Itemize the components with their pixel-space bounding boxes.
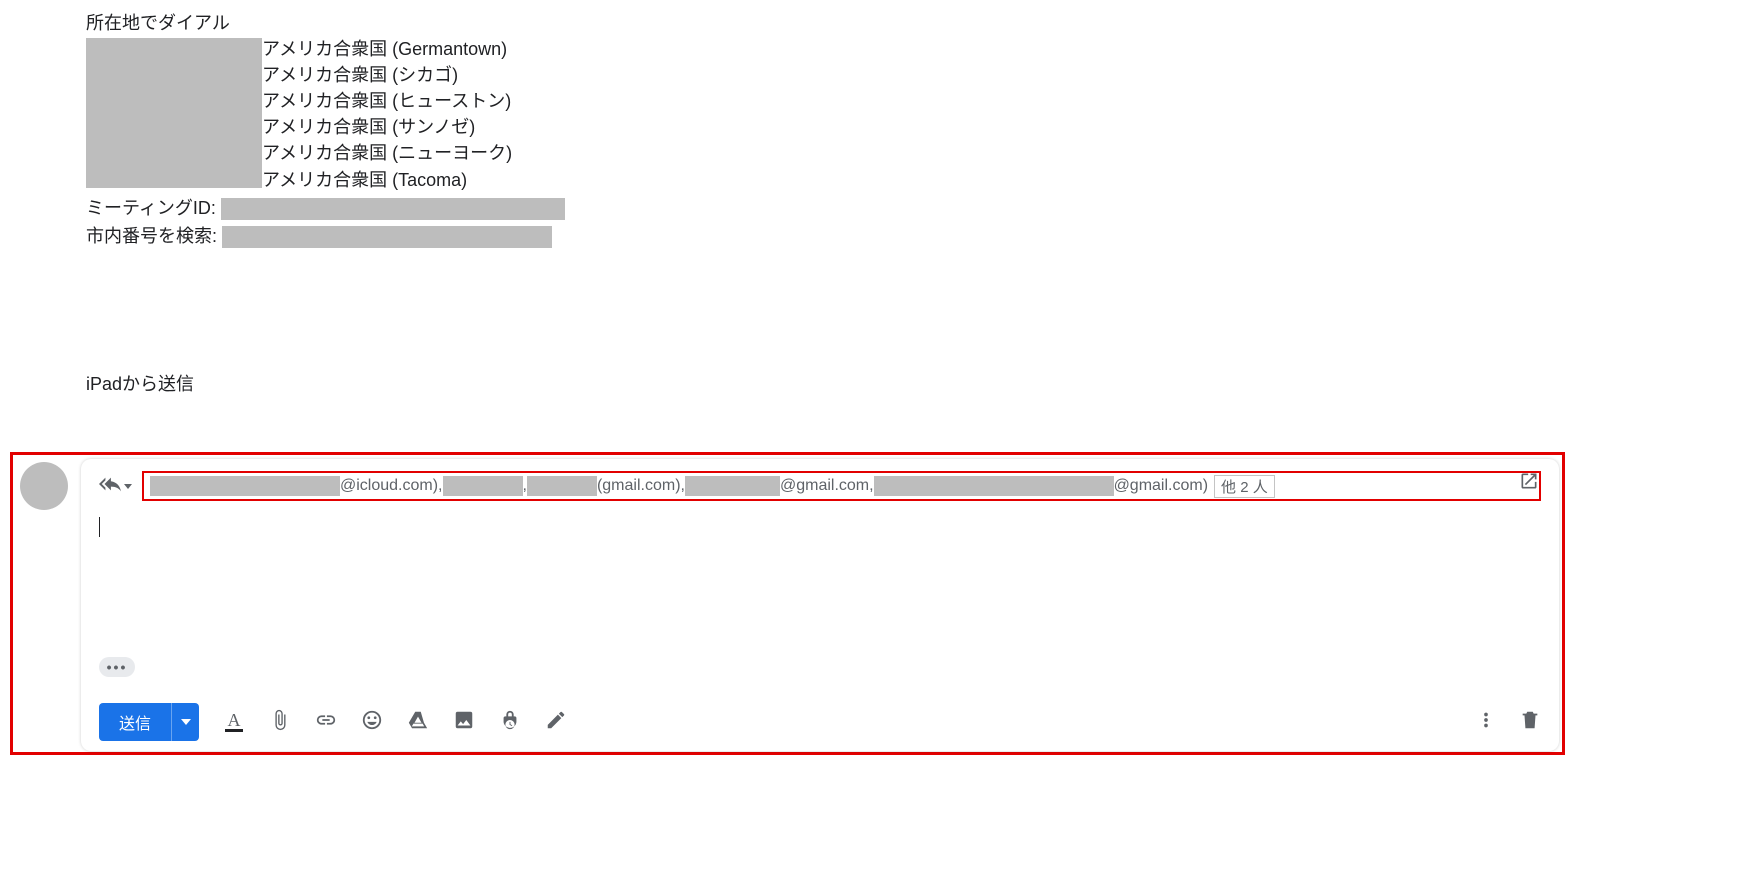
paperclip-icon	[269, 709, 291, 736]
popout-icon	[1519, 478, 1539, 495]
compose-card: @icloud.com), , (gmail.com), @gmail.com,…	[81, 459, 1559, 751]
trash-icon	[1519, 709, 1541, 736]
location-item: アメリカ合衆国 (シカゴ)	[262, 62, 512, 88]
send-button[interactable]: 送信	[99, 703, 171, 741]
recipient-fragment: @icloud.com),	[340, 477, 443, 495]
location-item: アメリカ合衆国 (Tacoma)	[262, 167, 512, 193]
recipient-fragment: @gmail.com)	[1114, 477, 1208, 495]
reply-type-button[interactable]	[99, 473, 132, 500]
photo-icon	[453, 709, 475, 736]
pen-icon	[545, 709, 567, 736]
location-item: アメリカ合衆国 (Germantown)	[262, 36, 512, 62]
chevron-down-icon	[181, 719, 191, 725]
text-cursor	[99, 517, 100, 537]
reply-all-icon	[99, 473, 121, 500]
find-local-label: 市内番号を検索:	[86, 226, 217, 246]
recipients-field[interactable]: @icloud.com), , (gmail.com), @gmail.com,…	[142, 471, 1541, 501]
compose-reply-panel: @icloud.com), , (gmail.com), @gmail.com,…	[10, 452, 1565, 755]
redacted-block	[221, 198, 565, 220]
redacted-block	[150, 476, 340, 496]
insert-drive-button[interactable]	[407, 711, 429, 733]
dial-heading: 所在地でダイアル	[86, 10, 1747, 36]
chevron-down-icon	[124, 484, 132, 489]
insert-emoji-button[interactable]	[361, 711, 383, 733]
formatting-button[interactable]: A	[223, 711, 245, 733]
more-vert-icon	[1475, 709, 1497, 736]
recipient-fragment: @gmail.com,	[780, 477, 874, 495]
location-item: アメリカ合衆国 (サンノゼ)	[262, 114, 512, 140]
lock-clock-icon	[499, 709, 521, 736]
popout-button[interactable]	[1519, 471, 1541, 493]
insert-link-button[interactable]	[315, 711, 337, 733]
redacted-block	[443, 476, 523, 496]
discard-draft-button[interactable]	[1519, 711, 1541, 733]
sent-from-signature: iPadから送信	[86, 371, 1747, 397]
location-item: アメリカ合衆国 (ニューヨーク)	[262, 140, 512, 166]
link-icon	[315, 709, 337, 736]
compose-editor[interactable]	[99, 517, 1541, 617]
more-options-button[interactable]	[1475, 711, 1497, 733]
confidential-mode-button[interactable]	[499, 711, 521, 733]
redacted-block	[874, 476, 1114, 496]
avatar	[20, 462, 68, 510]
redacted-block	[222, 226, 552, 248]
meeting-id-label: ミーティングID:	[86, 198, 216, 218]
meeting-id-row: ミーティングID:	[86, 195, 1747, 221]
attach-file-button[interactable]	[269, 711, 291, 733]
send-options-button[interactable]	[171, 703, 199, 741]
emoji-icon	[361, 709, 383, 736]
compose-toolbar: 送信 A	[99, 703, 1541, 741]
quoted-email-body: 所在地でダイアル アメリカ合衆国 (Germantown) アメリカ合衆国 (シ…	[0, 0, 1747, 397]
find-local-row: 市内番号を検索:	[86, 223, 1747, 249]
drive-icon	[407, 709, 429, 736]
format-text-icon: A	[223, 712, 245, 732]
recipient-fragment: (gmail.com),	[597, 477, 685, 495]
recipients-overflow-badge[interactable]: 他 2 人	[1214, 475, 1275, 498]
show-trimmed-content-button[interactable]: •••	[99, 657, 135, 677]
insert-signature-button[interactable]	[545, 711, 567, 733]
send-button-group: 送信	[99, 703, 199, 741]
insert-photo-button[interactable]	[453, 711, 475, 733]
ellipsis-icon: •••	[107, 659, 128, 675]
redacted-block	[685, 476, 780, 496]
redacted-block	[527, 476, 597, 496]
redacted-block	[86, 38, 262, 188]
send-button-label: 送信	[119, 710, 151, 734]
location-item: アメリカ合衆国 (ヒューストン)	[262, 88, 512, 114]
